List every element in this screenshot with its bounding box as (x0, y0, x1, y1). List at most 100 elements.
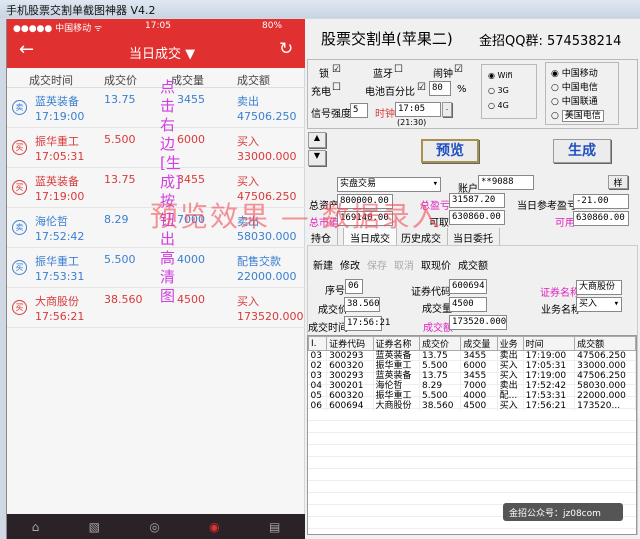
grid-row[interactable]: 03 300293 蓝英装备 13.75 3455 买入 17:19:00 47506.250 (308, 371, 636, 381)
grid-cell: 振华重工 (373, 391, 421, 401)
grid-cell: 05 (308, 391, 328, 401)
tabbar-icon-1[interactable]: ▧ (89, 520, 100, 534)
col-time: 成交时间 (29, 74, 73, 87)
carrier-telecom[interactable]: ○ 中国电信 (551, 80, 598, 93)
tabbar-icon-4[interactable]: ▤ (269, 520, 280, 534)
stock-name: 蓝英装备 (35, 175, 79, 188)
trade-badge: 买 (12, 180, 27, 195)
grid-cell: 买入 (497, 401, 524, 411)
grid-row[interactable]: 06 600694 大商股份 38.560 4500 买入 17:56:21 173520..… (308, 401, 636, 411)
available-input[interactable]: 630860.00 (573, 211, 629, 226)
tabbar-icon-2[interactable]: ◎ (149, 520, 159, 534)
net-3g[interactable]: ○ 3G (488, 86, 509, 95)
grid-row[interactable]: 04 300201 海伦哲 8.29 7000 卖出 17:52:42 58030.000 (308, 381, 636, 391)
day-pl-input[interactable]: -21.00 (573, 194, 629, 209)
grid-row[interactable]: 05 600320 振华重工 5.500 4000 配... 17:53:31 22000.0… (308, 391, 636, 401)
toolbar-button-4[interactable]: 取现价 (421, 257, 451, 272)
toolbar-button-3[interactable]: 取消 (394, 257, 414, 272)
withdrawable-input[interactable]: 630860.00 (449, 210, 505, 225)
market-value-input[interactable]: 169140.00 (337, 211, 393, 226)
grid-col-header[interactable]: 成交额 (574, 336, 636, 351)
carrier-unicom[interactable]: ○ 中国联通 (551, 94, 598, 107)
trade-type: 卖出 (237, 215, 259, 228)
sample-button[interactable]: 样 (608, 175, 628, 189)
grid-col-header[interactable]: 成交价 (418, 336, 462, 351)
code-input[interactable]: 600694 (449, 279, 487, 294)
trade-qty: 3455 (177, 173, 205, 186)
total-pl-input[interactable]: 31587.20 (449, 193, 505, 208)
trade-row[interactable]: 买振华重工 17:53:31 5.500 4000 配售交款 22000.000 (7, 248, 305, 288)
seq-input[interactable]: 06 (345, 279, 363, 294)
status-time: 17:05 (145, 21, 171, 31)
withdrawable-label: 可取 (429, 218, 449, 229)
biz-select[interactable]: 买入 ▾ (576, 297, 622, 312)
amount-input[interactable]: 173520.000 (449, 315, 507, 330)
tab-today-orders[interactable]: 当日委托 (447, 228, 500, 245)
trade-row[interactable]: 卖海伦哲 17:52:42 8.29 7000 卖出 58030.000 (7, 208, 305, 248)
tabbar-icon-3[interactable]: ◉ (209, 520, 219, 534)
net-4g[interactable]: ○ 4G (488, 101, 509, 110)
trade-row[interactable]: 买大商股份 17:56:21 38.560 4500 买入 173520.000 (7, 288, 305, 328)
tabbar-icon-0[interactable]: ⌂ (32, 520, 40, 534)
grid-cell: 17:05:31 (523, 361, 576, 371)
grid-row[interactable]: 02 600320 振华重工 5.500 6000 买入 17:05:31 33000.000 (308, 361, 636, 371)
page-title[interactable]: 当日成交 ▼ (129, 43, 195, 62)
preview-button[interactable]: 预览 (421, 139, 479, 163)
toolbar-button-2[interactable]: 保存 (367, 257, 387, 272)
price-input[interactable]: 38.560 (344, 297, 380, 312)
grid-col-header[interactable]: I. (308, 336, 328, 351)
charge-checkbox[interactable]: ☐ (332, 82, 341, 93)
time-input[interactable]: 17:56:21 (344, 316, 390, 331)
clock-input[interactable]: 17:05 (395, 102, 441, 117)
trade-time: 17:05:31 (35, 150, 85, 163)
bluetooth-label: 蓝牙 (373, 69, 393, 80)
trade-price: 13.75 (104, 93, 136, 106)
toolbar-button-0[interactable]: 新建 (313, 257, 333, 272)
grid-cell: 5.500 (419, 361, 462, 371)
back-icon[interactable]: ← (19, 39, 34, 60)
lock-label: 锁 (319, 69, 329, 80)
carrier-mobile[interactable]: ◉ 中国移动 (551, 66, 598, 79)
trade-mode-select[interactable]: 实盘交易 ▾ (337, 177, 441, 192)
toolbar-button-1[interactable]: 修改 (340, 257, 360, 272)
grid-col-header[interactable]: 证券代码 (326, 336, 374, 351)
alarm-checkbox[interactable]: ☑ (454, 64, 463, 75)
trade-row[interactable]: 买蓝英装备 17:19:00 13.75 3455 买入 47506.250 (7, 168, 305, 208)
battery-stepper[interactable]: 80 (429, 81, 451, 96)
generate-button[interactable]: 生成 (553, 139, 611, 163)
carrier-us[interactable]: ○ 美国电信 (551, 108, 604, 122)
move-up-button[interactable]: ▲ (308, 132, 326, 148)
refresh-icon[interactable]: ↻ (279, 39, 293, 59)
trade-row[interactable]: 买振华重工 17:05:31 5.500 6000 买入 33000.000 (7, 128, 305, 168)
bluetooth-checkbox[interactable]: ☐ (394, 64, 403, 75)
trade-qty: 4000 (177, 253, 205, 266)
grid-row[interactable]: 03 300293 蓝英装备 13.75 3455 卖出 17:19:00 47506.250 (308, 350, 636, 361)
grid-col-header[interactable]: 业务 (496, 336, 524, 351)
grid-col-header[interactable]: 时间 (522, 336, 576, 351)
lock-checkbox[interactable]: ☑ (332, 64, 341, 75)
signal-stepper[interactable]: 5 (350, 103, 368, 118)
grid-cell: 47506.250 (574, 350, 636, 361)
trade-type: 卖出 (237, 95, 259, 108)
net-wifi-label: Wifi (497, 71, 513, 80)
trade-qty: 3455 (177, 93, 205, 106)
account-input[interactable]: **9088 (478, 175, 534, 190)
tab-holdings[interactable]: 持仓 (305, 228, 338, 245)
net-wifi[interactable]: ◉ Wifi (488, 71, 513, 80)
move-down-button[interactable]: ▼ (308, 150, 326, 166)
tab-history-trades[interactable]: 历史成交 (395, 228, 448, 245)
battery-pct-checkbox[interactable]: ☑ (417, 82, 426, 93)
tab-today-trades[interactable]: 当日成交 (343, 228, 397, 245)
grid-cell: 600320 (326, 361, 374, 371)
trade-row[interactable]: 卖蓝英装备 17:19:00 13.75 3455 卖出 47506.250 (7, 88, 305, 128)
name-input[interactable]: 大商股份 (576, 280, 622, 295)
trade-amount: 47506.250 (237, 190, 297, 203)
qty-input[interactable]: 4500 (449, 297, 487, 312)
toolbar-button-5[interactable]: 成交额 (458, 257, 488, 272)
clock-picker-button[interactable]: . (442, 102, 452, 117)
carrier-us-input[interactable]: 美国电信 (561, 110, 604, 122)
total-assets-input[interactable]: 800000.00 (337, 194, 393, 209)
grid-col-header[interactable]: 证券名称 (372, 336, 421, 351)
grid-cell: 4000 (460, 391, 498, 401)
grid-col-header[interactable]: 成交量 (460, 336, 498, 351)
